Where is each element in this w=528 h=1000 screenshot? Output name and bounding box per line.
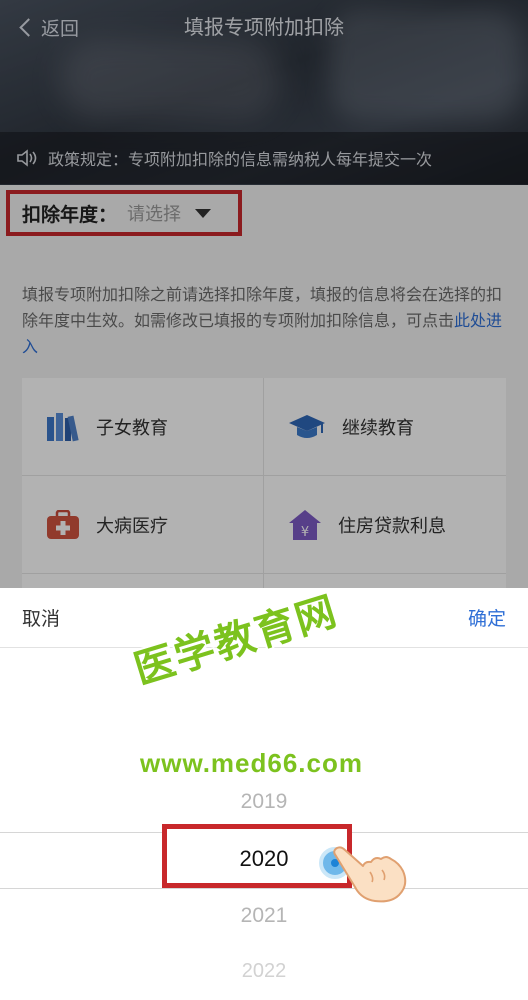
- pointing-hand-icon: [333, 846, 407, 903]
- confirm-button[interactable]: 确定: [468, 604, 506, 631]
- watermark-url: www.med66.com: [140, 748, 363, 778]
- picker-option-selected[interactable]: 2020: [0, 846, 528, 872]
- cancel-button[interactable]: 取消: [22, 604, 60, 631]
- picker-option[interactable]: 2019: [0, 790, 528, 814]
- picker-selection-line: [0, 888, 528, 889]
- picker-option[interactable]: 2021: [0, 904, 528, 928]
- modal-dim-overlay[interactable]: [0, 0, 528, 588]
- picker-option[interactable]: 2022: [0, 960, 528, 983]
